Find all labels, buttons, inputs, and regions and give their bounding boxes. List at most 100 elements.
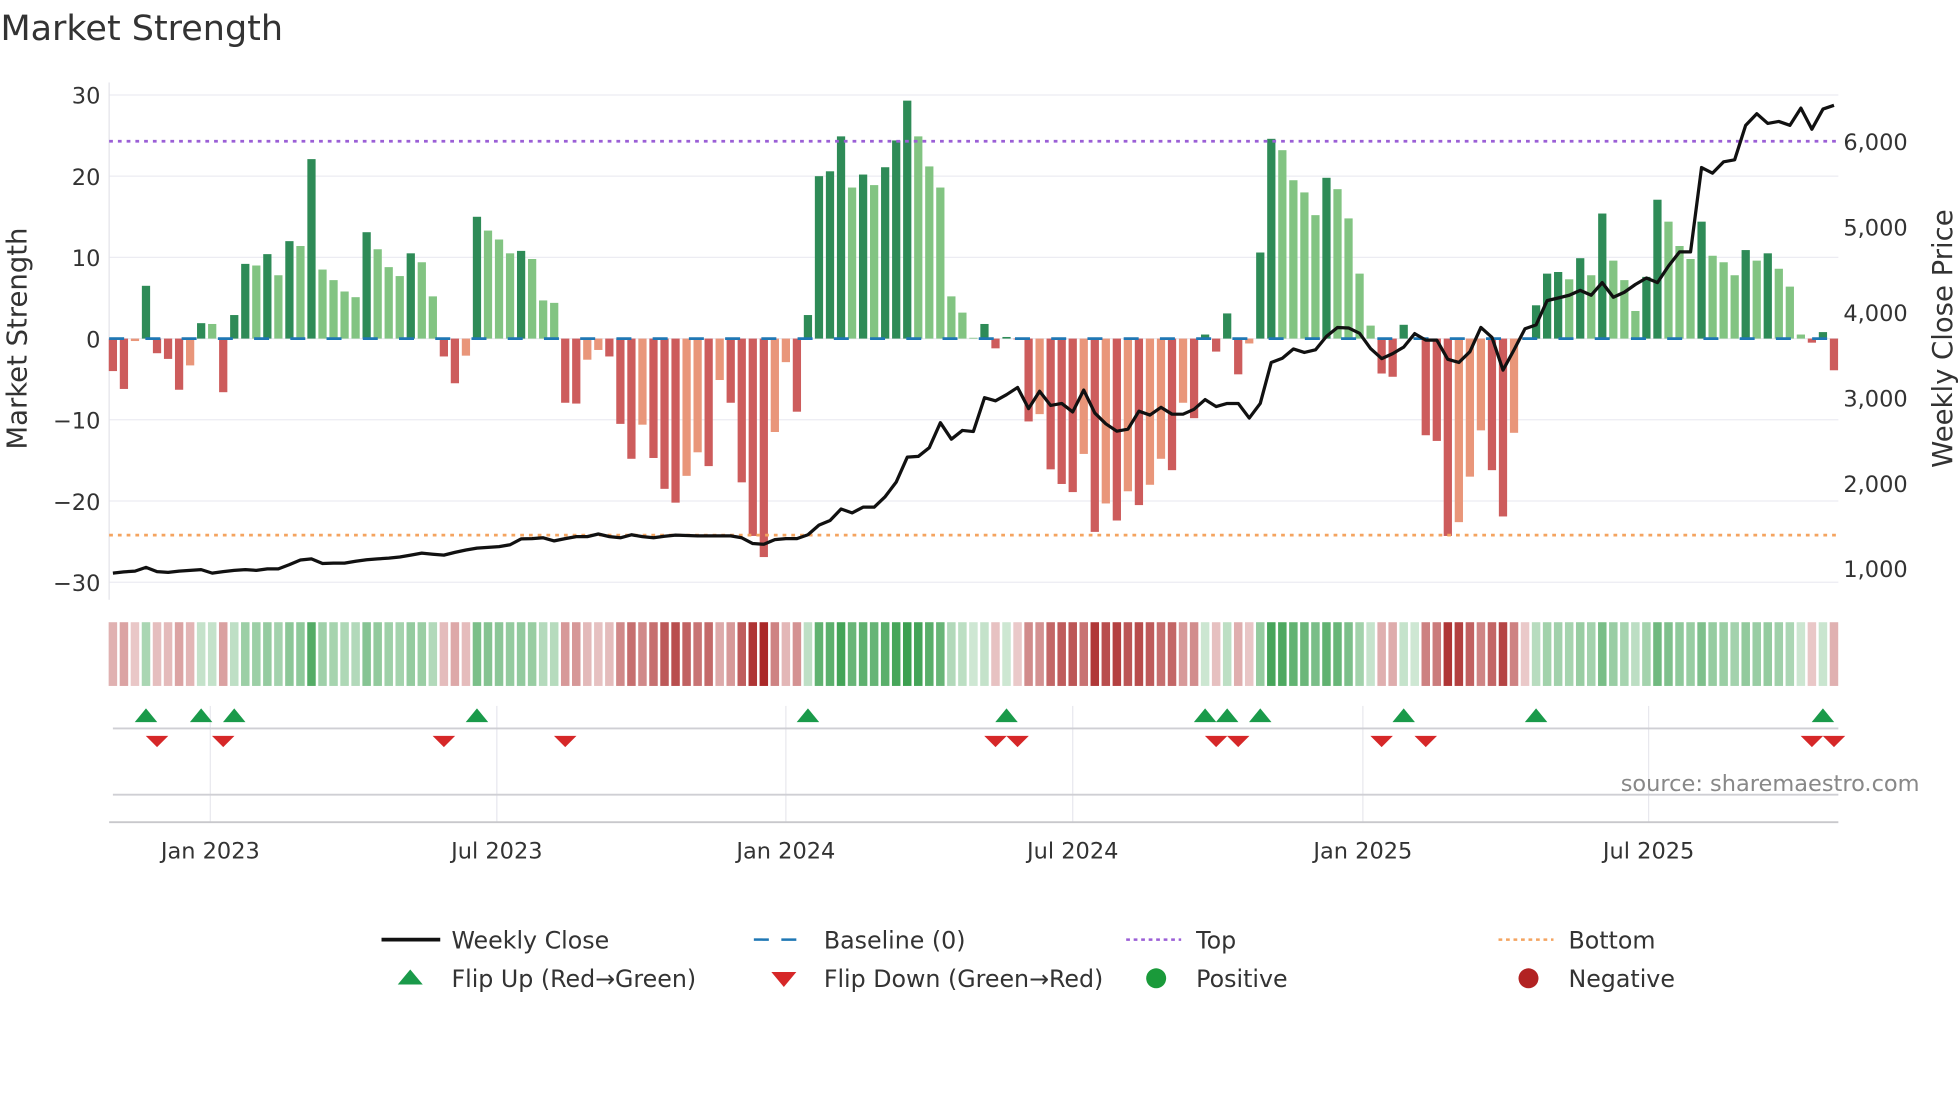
strength-heat-cell	[1454, 622, 1464, 686]
strength-bar	[1432, 338, 1441, 441]
strength-heat-cell	[627, 622, 636, 686]
strength-heat-cell	[428, 622, 438, 686]
strength-heat-cell	[1675, 622, 1684, 686]
strength-bar	[1785, 286, 1794, 339]
y-tick-label: 0	[86, 327, 100, 353]
strength-heat-cell	[252, 622, 261, 686]
strength-bar	[1234, 338, 1243, 375]
x-tick-label: Jul 2025	[1601, 838, 1694, 864]
strength-bar	[152, 338, 162, 354]
strength-heat-cell	[1090, 622, 1100, 686]
strength-bar	[1465, 338, 1475, 477]
strength-heat-cell	[1719, 622, 1728, 686]
strength-bar	[594, 338, 603, 350]
strength-heat-cell	[1531, 622, 1541, 686]
strength-heat-cell	[1631, 622, 1640, 686]
strength-heat-cell	[583, 622, 592, 686]
strength-bar	[936, 187, 945, 339]
strength-heat-cell	[1752, 622, 1761, 686]
strength-bar	[803, 315, 813, 339]
strength-bar	[1090, 338, 1099, 532]
strength-heat-cell	[1112, 622, 1122, 686]
strength-heat-cell	[947, 622, 956, 686]
flip-down-marker	[1414, 735, 1438, 748]
strength-heat-cell	[880, 622, 890, 686]
strength-bar	[362, 232, 371, 339]
y-axis-label: Market Strength	[2, 228, 34, 450]
strength-heat-cell	[1774, 622, 1784, 686]
strength-heat-cell	[439, 622, 449, 686]
strength-heat-cell	[1653, 622, 1662, 686]
strength-heat-cell	[1035, 622, 1044, 686]
strength-bar	[351, 297, 360, 339]
flip-up-marker	[134, 708, 158, 723]
strength-bar	[1068, 338, 1077, 493]
strength-heat-cell	[1322, 622, 1331, 686]
strength-heat-cell	[1123, 622, 1133, 686]
strength-heat-cell	[825, 622, 835, 686]
strength-heat-cell	[461, 622, 471, 686]
strength-heat-cell	[1333, 622, 1342, 686]
y-tick-label: −10	[53, 409, 100, 435]
strength-heat-cell	[693, 622, 702, 686]
strength-bar	[494, 239, 504, 339]
strength-bar	[781, 338, 790, 363]
strength-heat-cell	[494, 622, 504, 686]
flip-up-marker	[1524, 708, 1548, 723]
strength-bar	[1708, 255, 1717, 339]
strength-bar	[737, 338, 746, 483]
strength-heat-cell	[638, 622, 647, 686]
strength-heat-cell	[307, 622, 316, 686]
strength-heat-cell	[296, 622, 305, 686]
strength-bar	[748, 338, 757, 536]
x-tick-label: Jul 2023	[449, 838, 542, 864]
strength-heat-cell	[1642, 622, 1651, 686]
strength-bar	[903, 100, 912, 339]
strength-bar	[1156, 338, 1166, 459]
negative-dot-icon	[1518, 968, 1539, 989]
strength-heat-cell	[1233, 622, 1243, 686]
strength-heat-cell	[472, 622, 482, 686]
strength-bar	[1631, 310, 1640, 339]
strength-heat-cell	[1167, 622, 1177, 686]
strength-bar	[296, 246, 305, 339]
strength-heat-cell	[1222, 622, 1232, 686]
strength-bar	[1134, 338, 1144, 506]
flip-down-marker	[553, 735, 577, 748]
strength-heat-cell	[1002, 622, 1011, 686]
strength-heat-cell	[516, 622, 526, 686]
legend-negative: Negative	[1568, 965, 1674, 993]
strength-heat-cell	[616, 622, 625, 686]
strength-heat-cell	[715, 622, 724, 686]
strength-bar	[572, 338, 581, 404]
strength-heat-cell	[1664, 622, 1673, 686]
strength-heat-cell	[340, 622, 349, 686]
strength-heat-cell	[1421, 622, 1431, 686]
strength-heat-cell	[395, 622, 404, 686]
strength-heat-cell	[1256, 622, 1265, 686]
strength-bar	[1300, 192, 1309, 339]
strength-heat-cell	[1586, 622, 1596, 686]
strength-bar	[1598, 213, 1607, 339]
strength-bar	[428, 296, 437, 339]
strength-bar	[1123, 338, 1133, 492]
strength-bar	[1311, 215, 1320, 339]
strength-bar	[1741, 250, 1750, 339]
flip-down-marker	[211, 735, 235, 748]
strength-heat-cell	[406, 622, 416, 686]
strength-heat-cell	[108, 622, 118, 686]
strength-bar	[825, 171, 835, 339]
strength-bar	[119, 338, 129, 389]
strength-heat-cell	[1134, 622, 1144, 686]
strength-heat-cell	[1068, 622, 1077, 686]
strength-bar	[1223, 313, 1232, 339]
flip-down-marker	[1226, 735, 1250, 748]
strength-heat-cell	[450, 622, 460, 686]
strength-heat-cell	[1564, 622, 1574, 686]
strength-heat-cell	[1355, 622, 1364, 686]
strength-heat-cell	[505, 622, 515, 686]
strength-heat-cell	[318, 622, 327, 686]
strength-bar	[174, 338, 184, 390]
flip-up-marker	[223, 708, 246, 723]
strength-bar	[185, 338, 195, 366]
